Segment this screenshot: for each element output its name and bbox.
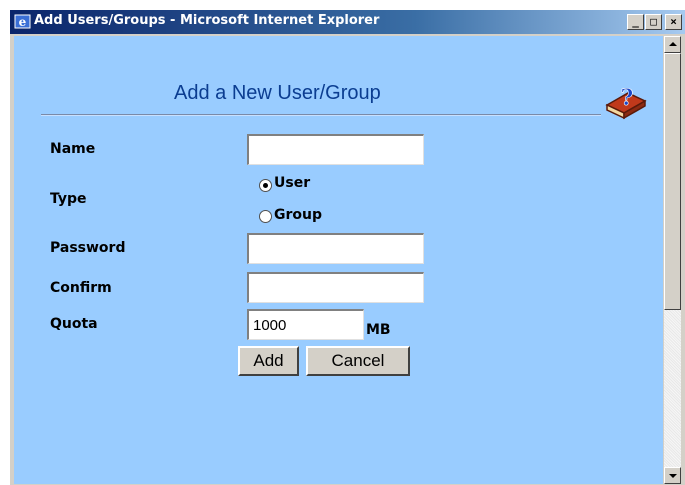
browser-window: e Add Users/Groups - Microsoft Internet … xyxy=(10,10,685,485)
radio-user[interactable] xyxy=(259,179,272,192)
internet-explorer-icon: e xyxy=(14,14,31,29)
divider xyxy=(41,114,601,116)
help-book-icon[interactable]: ? xyxy=(604,83,648,121)
password-field[interactable] xyxy=(247,233,424,264)
window-title: Add Users/Groups - Microsoft Internet Ex… xyxy=(34,13,380,28)
radio-group[interactable] xyxy=(259,210,272,223)
name-label: Name xyxy=(50,141,96,157)
quota-unit: MB xyxy=(366,322,391,338)
password-label: Password xyxy=(50,240,126,256)
svg-text:?: ? xyxy=(621,85,634,111)
scroll-up-icon[interactable] xyxy=(664,36,681,53)
name-field[interactable] xyxy=(247,134,424,165)
add-button[interactable]: Add xyxy=(238,346,299,376)
minimize-button[interactable]: _ xyxy=(627,14,644,30)
cancel-button[interactable]: Cancel xyxy=(306,346,410,376)
vertical-scrollbar[interactable] xyxy=(664,36,681,484)
radio-user-label[interactable]: User xyxy=(274,175,310,191)
close-button[interactable]: × xyxy=(665,14,682,30)
confirm-field[interactable] xyxy=(247,272,424,303)
radio-group-label[interactable]: Group xyxy=(274,207,322,223)
page-title: Add a New User/Group xyxy=(174,82,381,104)
title-bar[interactable]: e Add Users/Groups - Microsoft Internet … xyxy=(10,10,685,34)
maximize-button[interactable]: □ xyxy=(645,14,662,30)
scroll-down-icon[interactable] xyxy=(664,467,681,484)
scrollbar-thumb[interactable] xyxy=(664,53,681,310)
quota-label: Quota xyxy=(50,316,98,332)
quota-field[interactable] xyxy=(247,309,364,340)
page-content: Add a New User/Group ? Name Type User Gr… xyxy=(14,36,663,484)
type-label: Type xyxy=(50,191,87,207)
svg-text:e: e xyxy=(19,15,27,29)
confirm-label: Confirm xyxy=(50,280,112,296)
